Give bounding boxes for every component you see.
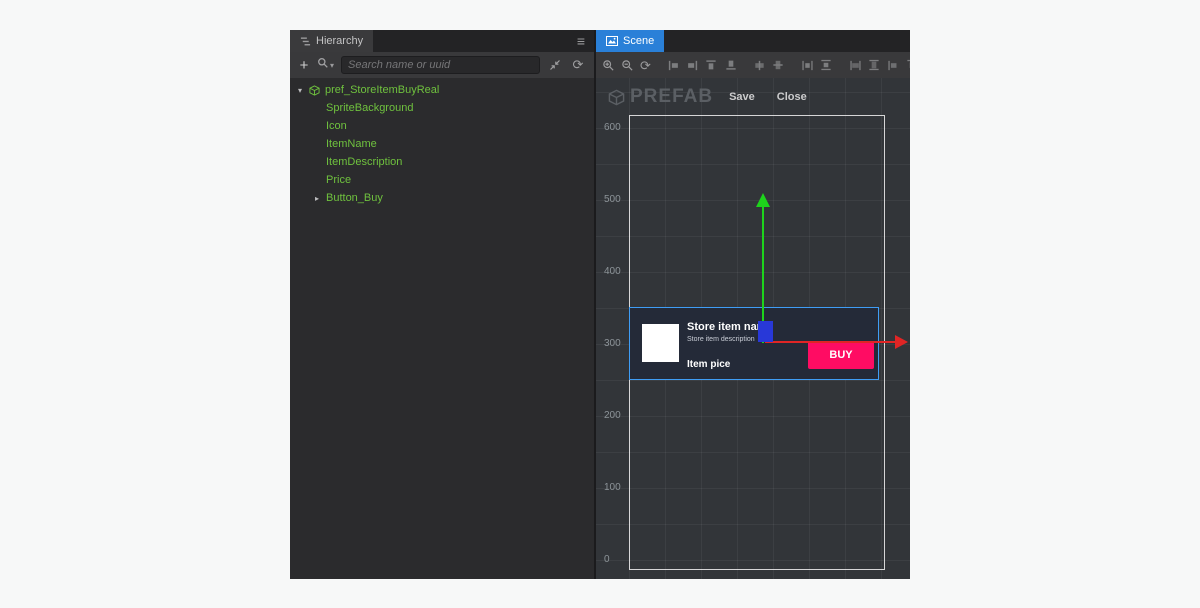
scene-viewport[interactable]: 600 500 400 300 200 100 0 PREFAB Save Cl…: [596, 78, 910, 579]
add-node-button[interactable]: +: [298, 58, 310, 73]
align-right-icon[interactable]: [686, 58, 699, 72]
buy-button-label: BUY: [829, 349, 853, 361]
reset-view-icon[interactable]: ⟳: [640, 59, 651, 72]
tree-node[interactable]: Icon: [290, 117, 594, 135]
tabbar-spacer: [373, 30, 568, 52]
gizmo-x-arrowhead-icon[interactable]: [895, 335, 908, 349]
ruler-label: 300: [604, 338, 621, 349]
scene-toolbar: ⟳: [596, 52, 910, 78]
scene-image-icon: [606, 36, 618, 46]
gizmo-y-arrowhead-icon[interactable]: [756, 193, 770, 207]
expand-horizontal-icon[interactable]: [887, 58, 900, 72]
align-center-vertical-icon[interactable]: [771, 59, 785, 72]
align-left-icon[interactable]: [667, 58, 680, 72]
caret-right-icon[interactable]: ▸: [315, 194, 326, 203]
align-center-horizontal-icon[interactable]: [753, 58, 766, 72]
prefab-icon: [608, 89, 625, 106]
tree-node-label: SpriteBackground: [326, 102, 414, 114]
prefab-mode-bar: PREFAB Save Close: [608, 86, 807, 108]
ruler-label: 100: [604, 482, 621, 493]
distribute-horizontal-icon[interactable]: [801, 58, 814, 72]
close-button[interactable]: Close: [777, 91, 807, 103]
collapse-all-icon[interactable]: [547, 59, 563, 71]
tree-node-label: pref_StoreItemBuyReal: [325, 84, 440, 96]
search-filter-button[interactable]: ▾: [317, 56, 334, 74]
tab-hierarchy[interactable]: Hierarchy: [290, 30, 374, 52]
distribute-vertical-icon[interactable]: [819, 59, 833, 72]
tab-hierarchy-label: Hierarchy: [316, 35, 364, 47]
tree-node[interactable]: ItemName: [290, 135, 594, 153]
scene-panel: Scene ⟳ 600 500 400 300 200 100 0 PREFAB…: [596, 30, 910, 579]
refresh-icon[interactable]: ⟳: [570, 57, 586, 73]
expand-vertical-icon[interactable]: [905, 59, 910, 72]
caret-down-icon[interactable]: ▾: [298, 86, 309, 95]
tree-node-label: Icon: [326, 120, 347, 132]
tab-scene[interactable]: Scene: [596, 30, 665, 52]
prefab-mode-label: PREFAB: [630, 86, 714, 107]
tree-node[interactable]: ItemDescription: [290, 153, 594, 171]
tree-node[interactable]: SpriteBackground: [290, 99, 594, 117]
align-top-icon[interactable]: [704, 59, 718, 72]
ruler-label: 600: [604, 122, 621, 133]
ruler-label: 200: [604, 410, 621, 421]
ruler-label: 400: [604, 266, 621, 277]
search-input[interactable]: [348, 59, 533, 71]
item-price-text: Item pice: [687, 359, 731, 370]
hierarchy-tabbar: Hierarchy ≡: [290, 30, 594, 52]
filter-caret-icon: ▾: [330, 60, 335, 70]
tree-node[interactable]: Price: [290, 171, 594, 189]
prefab-icon: [309, 84, 320, 96]
item-icon-placeholder[interactable]: [642, 324, 679, 362]
ruler-label: 500: [604, 194, 621, 205]
stretch-vertical-icon[interactable]: [867, 59, 881, 72]
tree-node-label: Button_Buy: [326, 192, 383, 204]
store-item-node[interactable]: Store item name Store item description I…: [629, 307, 879, 380]
tab-scene-label: Scene: [623, 35, 655, 47]
hierarchy-tree: ▾ pref_StoreItemBuyReal SpriteBackground…: [290, 78, 594, 579]
item-description-text: Store item description: [687, 336, 755, 343]
tree-node[interactable]: ▸ Button_Buy: [290, 189, 594, 207]
tree-node-label: Price: [326, 174, 352, 186]
ruler-label: 0: [604, 554, 610, 565]
search-box[interactable]: [341, 56, 540, 74]
hierarchy-toolbar: + ▾ ⟳: [290, 52, 594, 78]
hierarchy-tree-icon: [300, 36, 311, 47]
save-button[interactable]: Save: [729, 91, 755, 103]
stretch-horizontal-icon[interactable]: [849, 58, 862, 72]
tree-node-label: ItemDescription: [326, 156, 403, 168]
hierarchy-panel: Hierarchy ≡ + ▾ ⟳: [290, 30, 594, 579]
tree-node-label: ItemName: [326, 138, 377, 150]
buy-button[interactable]: BUY: [808, 341, 874, 369]
gizmo-x-axis[interactable]: [765, 341, 896, 343]
zoom-out-icon[interactable]: [621, 58, 634, 72]
desktop: Hierarchy ≡ + ▾ ⟳: [0, 0, 1200, 608]
gizmo-xy-plane-handle[interactable]: [758, 321, 773, 342]
scene-tabbar: Scene: [596, 30, 910, 52]
align-bottom-icon[interactable]: [723, 59, 737, 72]
panel-menu-icon[interactable]: ≡: [568, 30, 594, 52]
search-icon: [317, 56, 329, 74]
editor-window: Hierarchy ≡ + ▾ ⟳: [290, 30, 910, 579]
zoom-in-icon[interactable]: [602, 58, 615, 72]
tree-node-root[interactable]: ▾ pref_StoreItemBuyReal: [290, 81, 594, 99]
